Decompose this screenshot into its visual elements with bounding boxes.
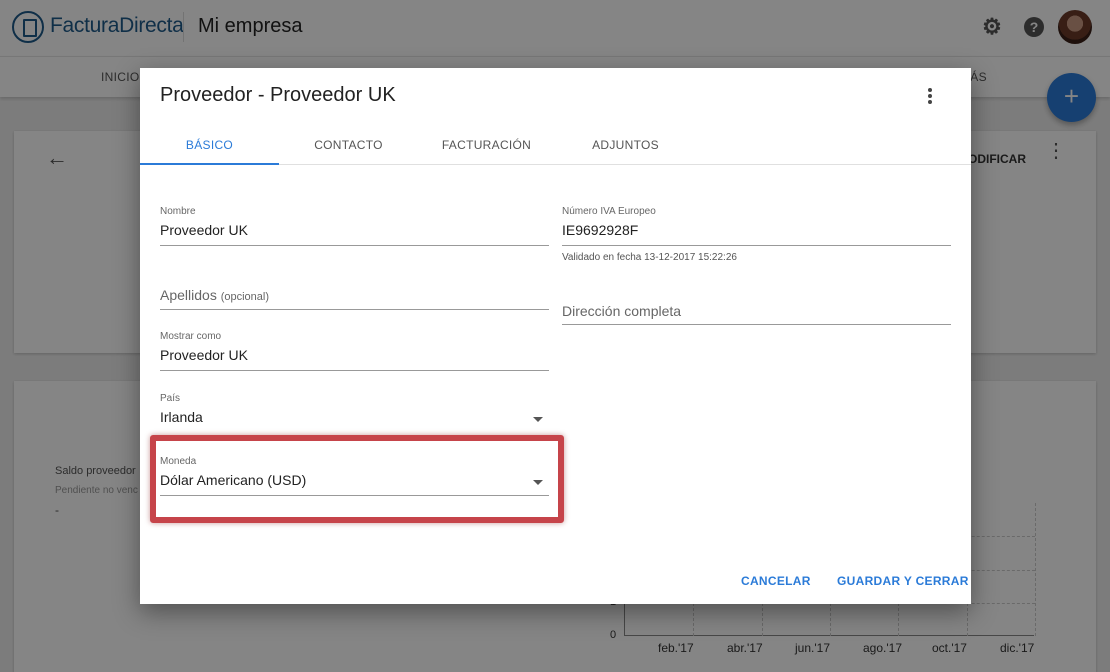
- direccion-field[interactable]: Dirección completa: [562, 303, 951, 326]
- input-underline: [160, 245, 549, 246]
- field-label: País: [160, 393, 181, 404]
- more-vert-icon[interactable]: [924, 86, 936, 108]
- cancel-button[interactable]: CANCELAR: [741, 574, 811, 588]
- active-tab-indicator: [140, 163, 279, 165]
- input-underline: [562, 245, 951, 246]
- field-label: Mostrar como: [160, 331, 222, 342]
- input-underline: [562, 324, 951, 325]
- field-label: Nombre: [160, 206, 196, 217]
- iva-field[interactable]: Número IVA Europeo IE9692928F Validado e…: [562, 206, 951, 266]
- tab-bar: BÁSICO CONTACTO FACTURACIÓN ADJUNTOS: [140, 128, 971, 165]
- supplier-dialog: Proveedor - Proveedor UK BÁSICO CONTACTO…: [140, 68, 971, 604]
- input-underline: [160, 309, 549, 310]
- tab-facturacion[interactable]: FACTURACIÓN: [417, 138, 556, 152]
- mostrar-como-input[interactable]: Proveedor UK: [160, 347, 248, 363]
- validation-hint: Validado en fecha 13-12-2017 15:22:26: [562, 252, 737, 263]
- optional-hint: (opcional): [220, 291, 270, 303]
- tab-adjuntos[interactable]: ADJUNTOS: [556, 138, 695, 152]
- field-label: Número IVA Europeo: [562, 206, 656, 217]
- tab-contacto[interactable]: CONTACTO: [279, 138, 418, 152]
- save-close-button[interactable]: GUARDAR Y CERRAR: [837, 574, 969, 588]
- apellidos-field[interactable]: Apellidos (opcional): [160, 287, 549, 310]
- mostrar-como-field[interactable]: Mostrar como Proveedor UK: [160, 331, 549, 373]
- nombre-input[interactable]: Proveedor UK: [160, 222, 248, 238]
- nombre-field[interactable]: Nombre Proveedor UK: [160, 206, 549, 248]
- direccion-input[interactable]: Dirección completa: [562, 303, 681, 319]
- highlight-annotation: [150, 435, 564, 523]
- pais-value[interactable]: Irlanda: [160, 409, 203, 425]
- iva-input[interactable]: IE9692928F: [562, 222, 638, 238]
- pais-select[interactable]: País Irlanda: [160, 393, 549, 435]
- tab-basico[interactable]: BÁSICO: [140, 138, 279, 152]
- dialog-title: Proveedor - Proveedor UK: [160, 84, 396, 106]
- input-underline: [160, 370, 549, 371]
- apellidos-input[interactable]: Apellidos (opcional): [160, 287, 269, 303]
- chevron-down-icon[interactable]: [533, 417, 543, 422]
- field-placeholder: Apellidos: [160, 287, 217, 303]
